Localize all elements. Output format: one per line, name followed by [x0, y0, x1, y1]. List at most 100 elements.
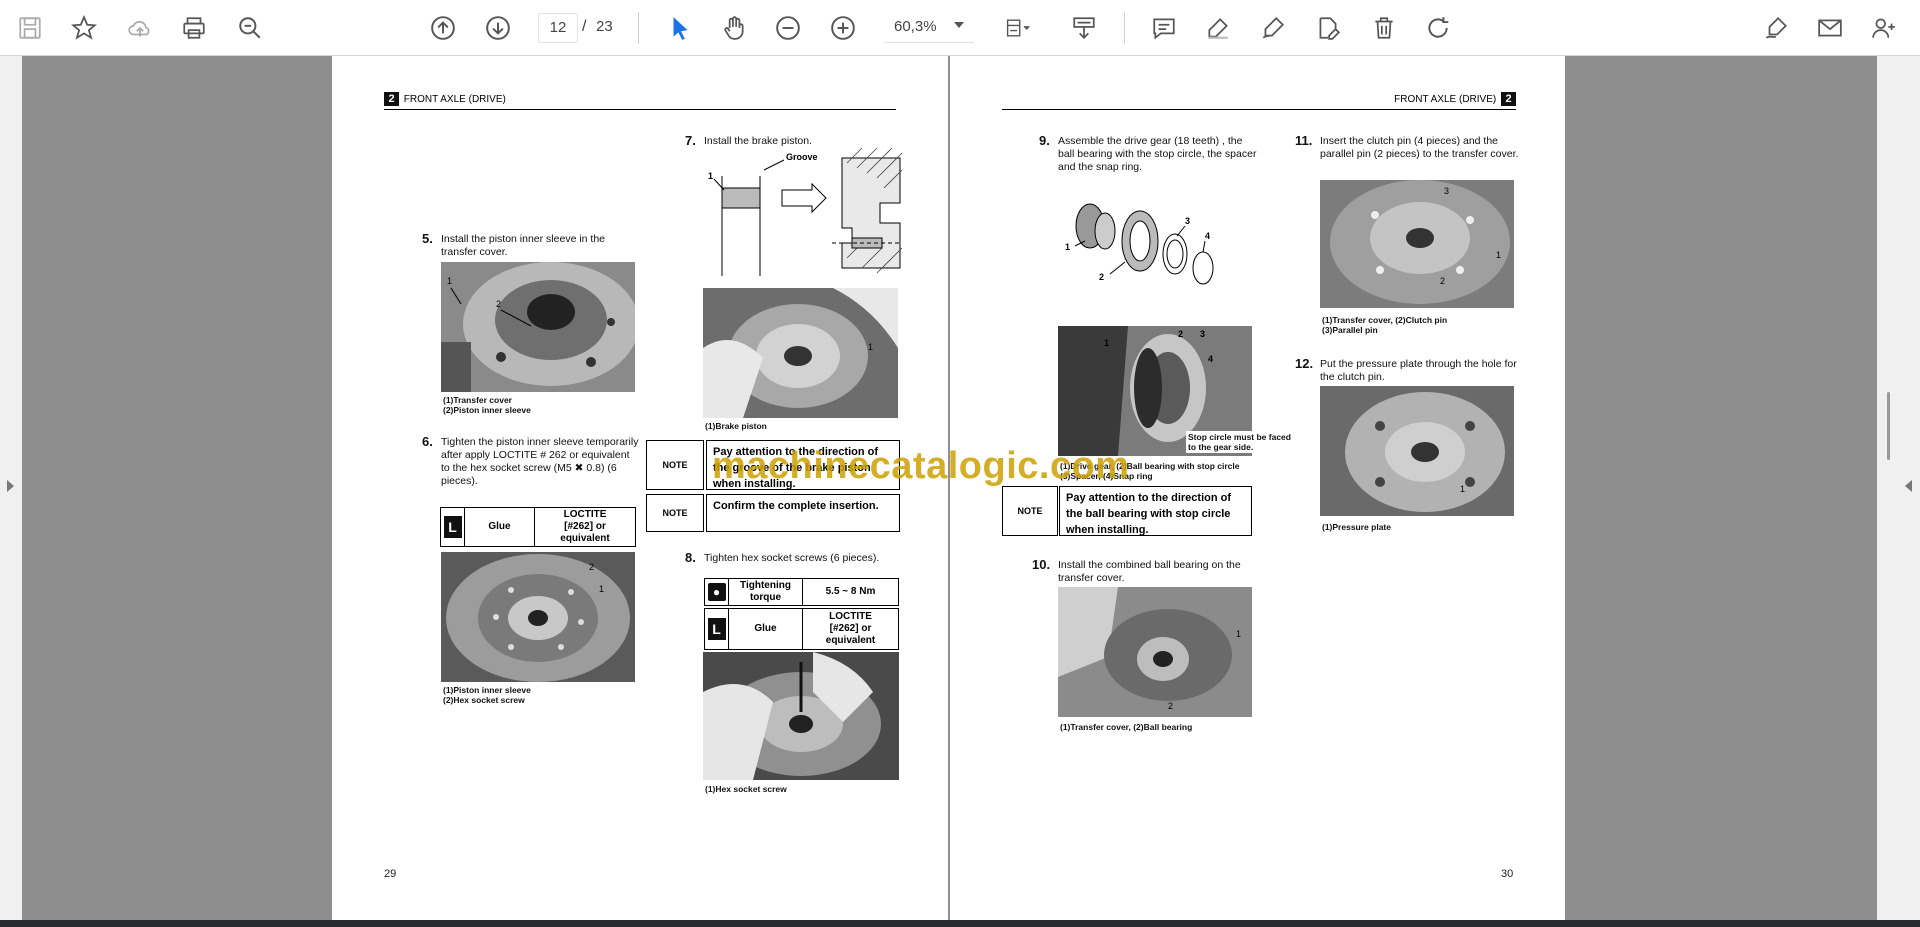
- torque-table-step8: ● Tightening torque 5.5 ~ 8 Nm: [704, 578, 899, 606]
- caption-step7: (1)Brake piston: [705, 421, 767, 431]
- stop-circle-note: Stop circle must be faced to the gear si…: [1186, 431, 1293, 453]
- page-number: 30: [1501, 868, 1514, 880]
- glue-value: LOCTITE [#262] or equivalent: [534, 507, 636, 547]
- glue-value-line: equivalent: [825, 635, 876, 646]
- scroll-mode-icon[interactable]: [1066, 10, 1102, 46]
- part-label: 3: [1185, 216, 1191, 226]
- glue-table-step6: L Glue LOCTITE [#262] or equivalent: [440, 507, 636, 547]
- part-label-1: 1: [708, 171, 714, 181]
- step-text: Put the pressure plate through the hole …: [1320, 358, 1517, 383]
- svg-text:2: 2: [1440, 276, 1445, 286]
- step-text: Tighten hex socket screws (6 pieces).: [704, 552, 880, 564]
- chapter-number: 2: [1501, 92, 1516, 106]
- step-7: 7. Install the brake piston.: [685, 134, 904, 148]
- svg-text:1: 1: [868, 342, 873, 352]
- diagram-drive-gear-assembly: 1 2 3 4: [1055, 186, 1225, 306]
- svg-text:1: 1: [1496, 250, 1501, 260]
- caption-line: (1)Pressure plate: [1322, 522, 1391, 532]
- photo-note-line: Stop circle must be faced: [1188, 432, 1291, 442]
- caption-line: (3)Parallel pin: [1322, 325, 1378, 335]
- hand-icon[interactable]: [716, 10, 752, 46]
- glue-value-line: [#262] or: [564, 521, 606, 532]
- zoom-search-icon[interactable]: [232, 10, 268, 46]
- svg-text:2: 2: [496, 299, 501, 309]
- step-10: 10. Install the combined ball bearing on…: [1032, 558, 1258, 585]
- page-up-icon[interactable]: [425, 10, 461, 46]
- chapter-number: 2: [384, 92, 399, 106]
- glue-value-line: equivalent: [560, 533, 610, 544]
- glue-value-line: LOCTITE: [563, 509, 607, 520]
- cloud-upload-icon[interactable]: [122, 10, 158, 46]
- sign-icon[interactable]: [1758, 10, 1794, 46]
- part-label: 2: [1178, 329, 1184, 339]
- photo-pressure-plate: 1: [1320, 386, 1514, 516]
- delete-icon[interactable]: [1366, 10, 1402, 46]
- caption-step10: (1)Transfer cover, (2)Ball bearing: [1060, 722, 1192, 732]
- step-text: Insert the clutch pin (4 pieces) and the…: [1320, 135, 1519, 160]
- glue-table-step8: L Glue LOCTITE [#262] or equivalent: [704, 608, 899, 650]
- edit-pdf-icon[interactable]: [1310, 10, 1346, 46]
- expand-right-arrow-icon[interactable]: [1905, 480, 1912, 492]
- step-6: 6. Tighten the piston inner sleeve tempo…: [422, 435, 639, 488]
- draw-pen-icon[interactable]: [1255, 10, 1291, 46]
- part-label: 3: [1200, 329, 1206, 339]
- page-number-input[interactable]: 12: [538, 13, 578, 43]
- comment-icon[interactable]: [1146, 10, 1182, 46]
- torque-value: 5.5 ~ 8 Nm: [802, 578, 899, 606]
- add-user-icon[interactable]: [1866, 10, 1902, 46]
- note-icon-label: NOTE: [662, 508, 688, 518]
- caption-line: (1)Transfer cover, (2)Clutch pin: [1322, 315, 1448, 325]
- photo-tighten-screws: [703, 652, 899, 780]
- note-icon: NOTE: [646, 494, 704, 532]
- page-down-icon[interactable]: [480, 10, 516, 46]
- step-text: Install the combined ball bearing on the…: [1058, 559, 1241, 584]
- step-number: 5.: [422, 231, 433, 246]
- glue-label: Glue: [464, 507, 535, 547]
- toolbar: 12 / 23 60,3%: [0, 0, 1920, 56]
- save-icon[interactable]: [12, 10, 48, 46]
- expand-left-arrow-icon[interactable]: [7, 480, 14, 492]
- caption-step8: (1)Hex socket screw: [705, 784, 787, 794]
- page-header: FRONT AXLE (DRIVE) 2: [1002, 92, 1516, 110]
- caption-step11: (1)Transfer cover, (2)Clutch pin (3)Para…: [1322, 315, 1447, 335]
- caption-step5: (1)Transfer cover (2)Piston inner sleeve: [443, 395, 531, 415]
- zoom-in-icon[interactable]: [825, 10, 861, 46]
- zoom-level-select[interactable]: 60,3%: [884, 13, 974, 43]
- step-5: 5. Install the piston inner sleeve in th…: [422, 232, 631, 259]
- photo-brake-piston: 1: [703, 288, 898, 418]
- select-cursor-icon[interactable]: [662, 10, 698, 46]
- print-icon[interactable]: [176, 10, 212, 46]
- step-11: 11. Insert the clutch pin (4 pieces) and…: [1295, 134, 1520, 161]
- part-label: 4: [1208, 354, 1214, 364]
- page-number: 29: [384, 868, 397, 880]
- note-icon: NOTE: [1002, 486, 1058, 536]
- svg-text:1: 1: [1460, 484, 1465, 494]
- step-text: Tighten the piston inner sleeve temporar…: [441, 436, 639, 487]
- email-icon[interactable]: [1812, 10, 1848, 46]
- part-label: 1: [1104, 338, 1110, 348]
- part-label: 4: [1205, 231, 1211, 241]
- svg-text:1: 1: [1236, 629, 1241, 639]
- right-panel-toggle[interactable]: [1877, 56, 1920, 920]
- caption-line: (1)Transfer cover: [443, 395, 512, 405]
- chevron-down-icon[interactable]: [954, 22, 964, 28]
- step-text: Install the brake piston.: [704, 135, 812, 147]
- star-icon[interactable]: [66, 10, 102, 46]
- step-number: 8.: [685, 550, 696, 565]
- svg-text:2: 2: [589, 562, 594, 572]
- page-separator: /: [582, 18, 587, 35]
- torque-label-line: torque: [749, 592, 782, 603]
- torque-wrench-icon: ●: [704, 578, 729, 606]
- torque-label-line: Tightening: [740, 580, 791, 591]
- bottom-bar: [0, 920, 1920, 927]
- rotate-icon[interactable]: [1420, 10, 1456, 46]
- note-icon-label: NOTE: [662, 460, 688, 470]
- svg-text:2: 2: [1168, 701, 1173, 711]
- step-number: 9.: [1039, 133, 1050, 148]
- zoom-out-icon[interactable]: [770, 10, 806, 46]
- toolbar-divider: [1124, 12, 1125, 44]
- highlight-pen-icon[interactable]: [1200, 10, 1236, 46]
- step-text: Assemble the drive gear (18 teeth) , the…: [1058, 135, 1257, 173]
- vertical-scrollbar[interactable]: [1887, 392, 1890, 460]
- page-fit-icon[interactable]: [996, 10, 1040, 46]
